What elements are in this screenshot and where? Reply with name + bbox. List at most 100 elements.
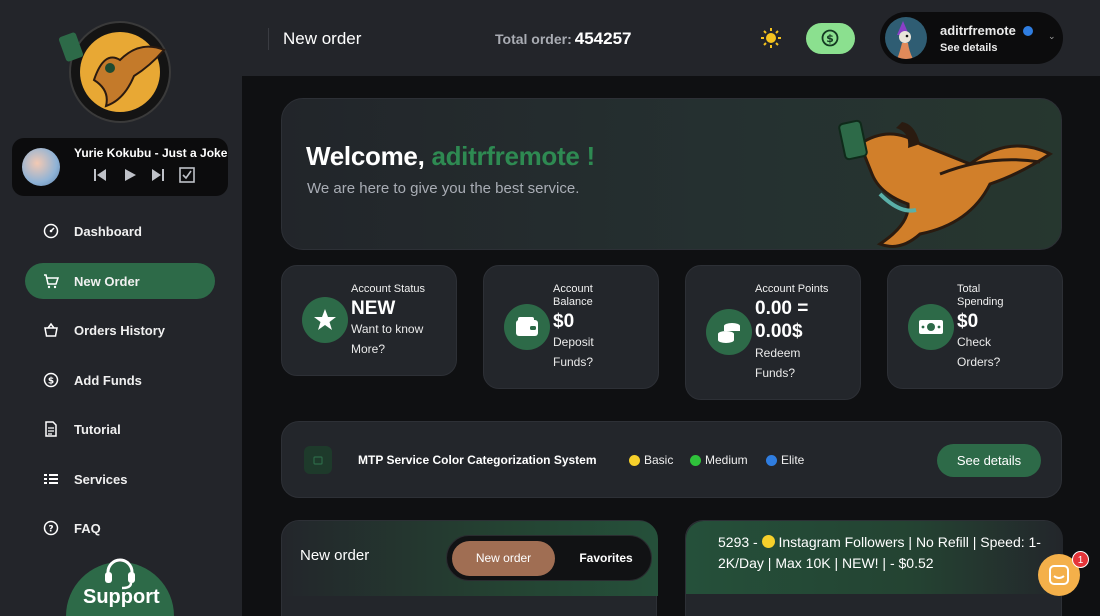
star-icon-circle — [302, 297, 348, 343]
support-label: Support — [83, 586, 160, 608]
nav-label: FAQ — [74, 521, 101, 536]
verified-icon — [1023, 26, 1033, 36]
svg-text:?: ? — [48, 525, 53, 535]
nav-dashboard[interactable]: Dashboard — [25, 213, 215, 249]
legend-label: Medium — [705, 453, 748, 467]
stat-account-status: Account Status NEW Want to know More? — [281, 265, 457, 376]
green-circle-icon — [690, 454, 701, 466]
nav-label: Dashboard — [74, 224, 142, 239]
legend-basic: Basic — [629, 453, 673, 467]
stat-account-points: Account Points 0.00 = 0.00$ Redeem Funds… — [685, 265, 861, 400]
stat-title: Total Spending — [957, 283, 1004, 308]
coins-icon-circle — [706, 309, 752, 355]
color-categorization-card: MTP Service Color Categorization System … — [281, 421, 1062, 498]
nav-services[interactable]: Services — [25, 461, 215, 497]
goose-mascot-illustration — [838, 119, 1053, 248]
nav-orders-history[interactable]: Orders History — [25, 312, 215, 348]
nav-new-order[interactable]: New Order — [25, 263, 215, 299]
category-icon — [304, 446, 332, 474]
nav-label: Tutorial — [74, 422, 121, 437]
yellow-circle-icon — [629, 454, 640, 466]
svg-text:$: $ — [826, 32, 834, 45]
list-icon — [44, 474, 58, 484]
document-icon — [45, 421, 57, 437]
star-icon — [314, 309, 336, 330]
legend-label: Elite — [781, 453, 805, 467]
order-tab-switch: New order Favorites — [446, 535, 652, 581]
stat-link[interactable]: Check Orders? — [957, 333, 1009, 372]
nav-label: Orders History — [74, 323, 166, 338]
stat-link[interactable]: Deposit Funds? — [553, 333, 613, 372]
welcome-greeting: Welcome, — [306, 141, 425, 171]
stat-link[interactable]: Want to know More? — [351, 320, 437, 359]
service-info-panel: 5293 - Instagram Followers | No Refill |… — [685, 520, 1063, 616]
stat-title: Account Balance — [553, 283, 593, 308]
previous-track-icon[interactable] — [91, 166, 109, 184]
divider — [268, 28, 269, 50]
stat-title: Account Points — [755, 283, 829, 295]
nav-label: Add Funds — [74, 373, 142, 388]
wallet-icon-circle — [504, 304, 550, 350]
legend-elite: Elite — [766, 453, 804, 467]
page-title: New order — [283, 29, 362, 48]
play-icon[interactable] — [121, 166, 139, 184]
cash-icon-circle — [908, 304, 954, 350]
sun-icon[interactable] — [760, 27, 782, 49]
nav-tutorial[interactable]: Tutorial — [25, 411, 215, 447]
notification-badge: 1 — [1072, 551, 1089, 568]
coins-icon — [718, 323, 740, 343]
blue-circle-icon — [766, 454, 777, 466]
welcome-username: aditrfremote ! — [431, 141, 595, 171]
stat-value: $0 — [957, 311, 979, 332]
stat-value: $0 — [553, 311, 575, 332]
music-player: Yurie Kokubu - Just a Joke — [12, 138, 228, 196]
stat-value: NEW — [351, 298, 396, 319]
support-button[interactable]: Support — [66, 558, 174, 616]
chat-icon — [1049, 565, 1069, 585]
see-details-button[interactable]: See details — [937, 444, 1041, 477]
next-track-icon[interactable] — [149, 166, 167, 184]
cash-icon — [919, 320, 943, 334]
chevron-down-icon[interactable]: ⌄ — [1048, 31, 1056, 42]
tab-new-order[interactable]: New order — [452, 541, 555, 576]
cart-icon — [44, 274, 59, 289]
album-art — [22, 148, 60, 186]
tab-favorites[interactable]: Favorites — [565, 541, 647, 576]
see-details-link[interactable]: See details — [940, 42, 997, 54]
nav-label: New Order — [74, 274, 140, 289]
track-title: Yurie Kokubu - Just a Joke — [74, 146, 228, 160]
svg-text:$: $ — [48, 377, 54, 387]
username: aditrfremote — [940, 23, 1016, 38]
legend-medium: Medium — [690, 453, 748, 467]
total-order-label: Total order: — [495, 31, 572, 47]
dashboard-icon — [43, 223, 59, 239]
total-order: Total order: 454257 — [495, 29, 631, 49]
logo[interactable] — [54, 20, 186, 124]
stat-link[interactable]: Redeem Funds? — [755, 344, 815, 383]
basket-icon — [44, 322, 58, 337]
nav-add-funds[interactable]: $ Add Funds — [25, 362, 215, 398]
yellow-circle-icon — [761, 535, 775, 548]
service-header: 5293 - Instagram Followers | No Refill |… — [686, 521, 1063, 594]
welcome-heading: Welcome, aditrfremote ! — [306, 141, 595, 172]
dollar-icon: $ — [821, 29, 839, 47]
wallet-icon — [516, 317, 538, 336]
categorization-title: MTP Service Color Categorization System — [358, 453, 597, 467]
total-order-value: 454257 — [574, 29, 632, 48]
stat-value: 0.00 = 0.00$ — [755, 298, 809, 342]
stat-title: Account Status — [351, 283, 425, 295]
funds-button[interactable]: $ — [806, 23, 855, 54]
sidebar: Yurie Kokubu - Just a Joke Dashboard New… — [0, 0, 242, 616]
welcome-subtitle: We are here to give you the best service… — [307, 180, 580, 197]
headset-icon — [105, 558, 135, 590]
new-order-title: New order — [300, 547, 370, 564]
top-bar: New order Total order: 454257 $ aditrfrem… — [242, 0, 1100, 76]
service-id: 5293 - — [718, 534, 758, 550]
nav-label: Services — [74, 472, 128, 487]
nav-faq[interactable]: ? FAQ — [25, 510, 215, 546]
user-menu[interactable]: aditrfremote See details ⌄ — [880, 12, 1063, 64]
checkbox-icon[interactable] — [178, 166, 196, 184]
question-icon: ? — [43, 520, 59, 536]
stat-total-spending: Total Spending $0 Check Orders? — [887, 265, 1063, 389]
stat-account-balance: Account Balance $0 Deposit Funds? — [483, 265, 659, 389]
